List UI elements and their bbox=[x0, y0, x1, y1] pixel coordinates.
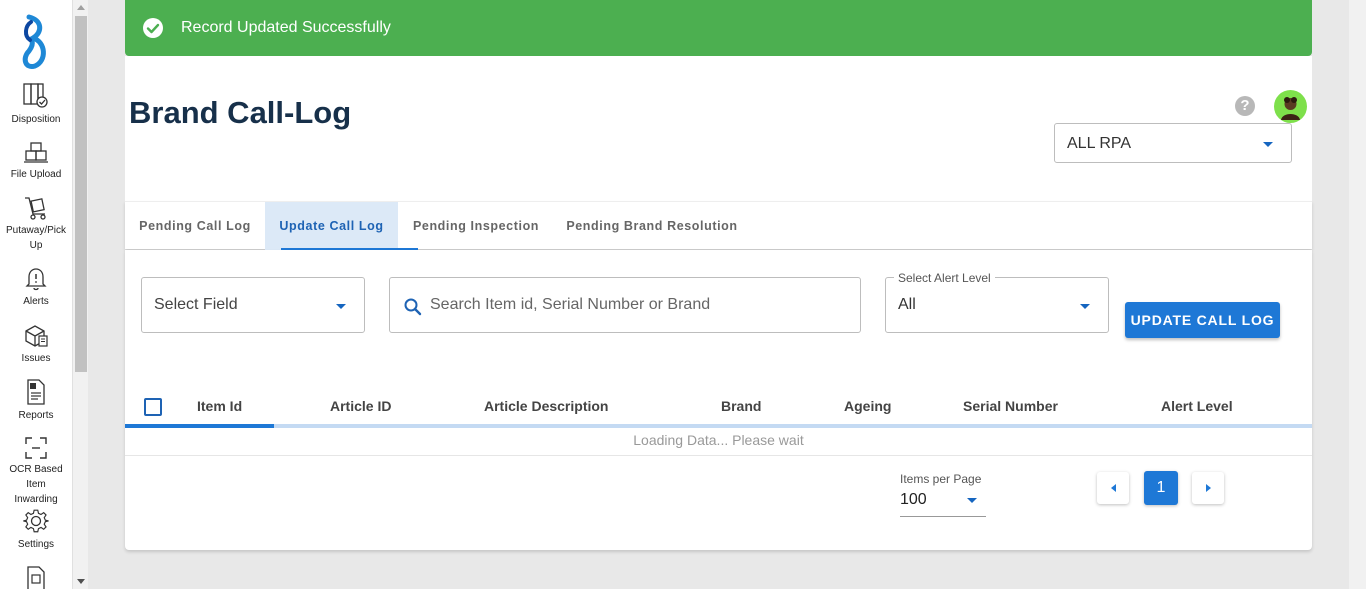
sidebar-item-label: Reports bbox=[18, 410, 54, 421]
next-page-button[interactable] bbox=[1192, 472, 1224, 504]
tab-update-call-log[interactable]: Update Call Log bbox=[265, 202, 418, 250]
chevron-right-icon bbox=[1205, 484, 1211, 492]
alert-level-select[interactable]: Select Alert Level All bbox=[885, 271, 1109, 333]
check-circle-icon bbox=[143, 18, 163, 38]
alert-level-label: Select Alert Level bbox=[894, 271, 995, 285]
column-header[interactable]: Item Id bbox=[197, 398, 242, 414]
page-title: Brand Call-Log bbox=[129, 95, 352, 130]
chevron-down-icon bbox=[967, 498, 977, 503]
select-field-dropdown[interactable]: Select Field bbox=[141, 277, 365, 333]
sidebar-item-label: Alerts bbox=[23, 296, 49, 307]
sidebar-item-file-upload[interactable]: File Upload bbox=[0, 141, 72, 182]
chevron-left-icon bbox=[1110, 484, 1116, 492]
column-header[interactable]: Article Description bbox=[484, 398, 608, 414]
gear-icon bbox=[23, 509, 49, 533]
items-per-page-select[interactable]: 100 bbox=[900, 490, 986, 517]
scrollbar-thumb[interactable] bbox=[75, 16, 87, 372]
trolley-icon bbox=[25, 197, 46, 220]
items-per-page-value: 100 bbox=[900, 491, 927, 508]
select-all-checkbox[interactable] bbox=[144, 398, 162, 416]
sidebar-item-disposition[interactable]: Disposition bbox=[0, 82, 72, 127]
main-content: Select Field Search Item id, Serial Numb… bbox=[125, 250, 1312, 550]
scan-icon bbox=[25, 437, 47, 459]
rpa-select[interactable]: ALL RPA bbox=[1054, 123, 1292, 163]
loading-message: Loading Data... Please wait bbox=[633, 432, 804, 448]
loading-progress-fill bbox=[125, 424, 274, 428]
scroll-up-icon[interactable] bbox=[77, 5, 85, 10]
sidebar-item-alerts[interactable]: Alerts bbox=[0, 266, 72, 309]
select-field-placeholder: Select Field bbox=[154, 296, 238, 313]
divider bbox=[125, 455, 1312, 456]
app-logo[interactable] bbox=[20, 14, 50, 70]
previous-page-button[interactable] bbox=[1097, 472, 1129, 504]
sidebar-item-issues[interactable]: Issues bbox=[0, 323, 72, 366]
help-icon[interactable]: ? bbox=[1235, 96, 1255, 116]
avatar[interactable] bbox=[1274, 90, 1307, 123]
tab-bar: Pending Call Log Update Call Log Pending… bbox=[125, 201, 1312, 250]
document-icon bbox=[27, 566, 45, 589]
sidebar-item-label: Issues bbox=[21, 353, 51, 364]
search-icon bbox=[404, 298, 422, 316]
box-issue-icon bbox=[25, 325, 48, 347]
user-avatar-icon bbox=[1281, 97, 1300, 120]
sidebar-item-reports[interactable]: Reports bbox=[0, 378, 72, 423]
sidebar-item-label: Settings bbox=[17, 539, 55, 550]
column-header[interactable]: Ageing bbox=[844, 398, 891, 414]
column-header[interactable]: Alert Level bbox=[1161, 398, 1233, 414]
column-header[interactable]: Brand bbox=[721, 398, 761, 414]
search-input[interactable]: Search Item id, Serial Number or Brand bbox=[389, 277, 861, 333]
current-page-button[interactable]: 1 bbox=[1144, 471, 1178, 505]
loading-progress-bar bbox=[125, 424, 1312, 428]
page-header: Brand Call-Log ? ALL RPA bbox=[125, 56, 1312, 201]
sidebar-item-label: Putaway/Pick Up bbox=[5, 225, 67, 251]
table-header: Item Id Article ID Article Description B… bbox=[125, 390, 1312, 424]
chevron-down-icon bbox=[1080, 304, 1090, 309]
success-toast: Record Updated Successfully bbox=[125, 0, 1312, 56]
tab-pending-brand-resolution[interactable]: Pending Brand Resolution bbox=[554, 202, 750, 250]
tab-pending-inspection[interactable]: Pending Inspection bbox=[398, 202, 554, 250]
toast-message: Record Updated Successfully bbox=[181, 19, 391, 36]
update-call-log-button[interactable]: UPDATE CALL LOG bbox=[1125, 302, 1280, 338]
sidebar-item-more[interactable] bbox=[0, 565, 72, 589]
sidebar: Disposition File Upload Putaway/Pick Up … bbox=[0, 0, 72, 589]
column-header[interactable]: Serial Number bbox=[963, 398, 1058, 414]
sidebar-item-settings[interactable]: Settings bbox=[0, 507, 72, 552]
chevron-down-icon bbox=[336, 304, 346, 309]
sidebar-item-label: OCR Based Item Inwarding bbox=[9, 464, 63, 505]
sidebar-item-putaway[interactable]: Putaway/Pick Up bbox=[0, 195, 72, 253]
report-icon bbox=[27, 379, 45, 405]
scroll-down-icon[interactable] bbox=[77, 579, 85, 584]
boxes-icon bbox=[24, 142, 48, 163]
page-scrollbar[interactable] bbox=[1349, 0, 1366, 589]
bell-icon bbox=[25, 268, 47, 291]
sidebar-item-ocr[interactable]: OCR Based Item Inwarding bbox=[0, 436, 72, 507]
alert-level-value: All bbox=[898, 296, 916, 313]
search-placeholder: Search Item id, Serial Number or Brand bbox=[430, 296, 711, 313]
sidebar-scrollbar[interactable] bbox=[72, 0, 88, 589]
items-per-page-label: Items per Page bbox=[900, 472, 982, 486]
chevron-down-icon bbox=[1263, 142, 1273, 147]
checklist-icon bbox=[23, 83, 48, 108]
rpa-select-value: ALL RPA bbox=[1067, 135, 1132, 152]
tab-pending-call-log[interactable]: Pending Call Log bbox=[125, 202, 265, 250]
column-header[interactable]: Article ID bbox=[330, 398, 391, 414]
sidebar-item-label: Disposition bbox=[11, 114, 61, 125]
sidebar-item-label: File Upload bbox=[10, 169, 62, 180]
